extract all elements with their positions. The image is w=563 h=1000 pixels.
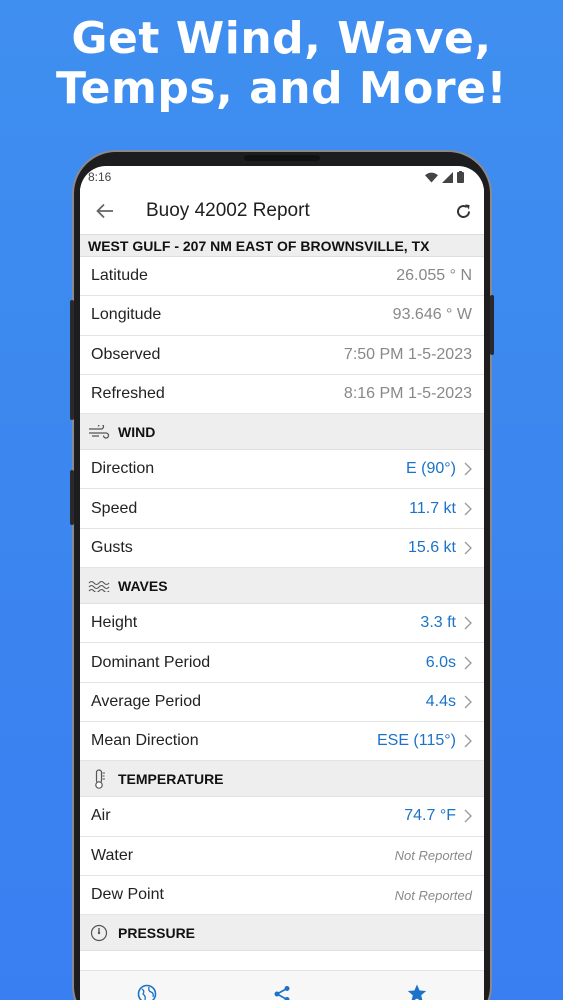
status-time: 8:16 xyxy=(88,170,112,184)
chevron-right-icon xyxy=(464,502,472,516)
info-row-refreshed: Refreshed 8:16 PM 1-5-2023 xyxy=(80,375,484,415)
section-title: TEMPERATURE xyxy=(118,770,224,787)
thermometer-icon xyxy=(88,769,110,789)
row-value: 4.4s xyxy=(425,692,456,710)
star-icon xyxy=(407,984,426,1000)
section-title: WAVES xyxy=(118,577,168,594)
row-label: Gusts xyxy=(91,538,133,556)
wind-row-gusts[interactable]: Gusts 15.6 kt xyxy=(80,529,484,569)
signal-icon xyxy=(442,171,453,183)
tab-favorite[interactable] xyxy=(405,982,429,1000)
arrow-left-icon xyxy=(96,203,113,219)
globe-icon xyxy=(138,984,157,1000)
headline-line-1: Get Wind, Wave, xyxy=(71,13,492,64)
section-title: PRESSURE xyxy=(118,924,196,941)
tab-share[interactable] xyxy=(270,982,294,1000)
row-label: Refreshed xyxy=(91,385,165,403)
section-pressure: PRESSURE xyxy=(80,915,484,952)
row-value: Not Reported xyxy=(394,887,472,903)
phone-screen: 8:16 Buoy 42002 Report WEST GULF - 207 N… xyxy=(80,166,484,1000)
temperature-row-water: Water Not Reported xyxy=(80,837,484,876)
chevron-right-icon xyxy=(464,616,472,630)
row-value: 93.646 ° W xyxy=(392,306,472,324)
temperature-row-dew-point: Dew Point Not Reported xyxy=(80,876,484,916)
row-label: Direction xyxy=(91,460,155,478)
row-value: 74.7 °F xyxy=(404,807,456,825)
row-label: Longitude xyxy=(91,306,162,324)
refresh-icon xyxy=(456,204,470,218)
section-waves: WAVES xyxy=(80,568,484,605)
chevron-right-icon xyxy=(464,734,472,748)
row-value: Not Reported xyxy=(394,848,472,864)
section-temperature: TEMPERATURE xyxy=(80,761,484,798)
section-title: WIND xyxy=(118,423,156,440)
back-button[interactable] xyxy=(94,200,116,222)
row-label: Latitude xyxy=(91,267,148,285)
row-value: 11.7 kt xyxy=(409,499,456,517)
headline: Get Wind, Wave, Temps, and More! xyxy=(0,14,563,114)
row-label: Height xyxy=(91,614,138,632)
waves-icon xyxy=(88,576,110,596)
wind-row-direction[interactable]: Direction E (90°) xyxy=(80,450,484,490)
row-label: Air xyxy=(91,807,111,825)
row-value: 7:50 PM 1-5-2023 xyxy=(343,345,472,363)
wind-icon xyxy=(88,422,110,442)
row-value: E (90°) xyxy=(406,460,456,478)
chevron-right-icon xyxy=(464,656,472,669)
refresh-button[interactable] xyxy=(452,200,474,222)
row-label: Dew Point xyxy=(91,886,164,903)
chevron-right-icon xyxy=(464,541,472,555)
section-wind: WIND xyxy=(80,414,484,451)
row-value: 26.055 ° N xyxy=(396,267,472,285)
phone-power-button xyxy=(490,295,494,355)
chevron-right-icon xyxy=(464,695,472,709)
wind-row-speed[interactable]: Speed 11.7 kt xyxy=(80,489,484,529)
bottom-tab-bar xyxy=(80,970,484,1000)
headline-line-2: Temps, and More! xyxy=(55,63,508,114)
row-value: 3.3 ft xyxy=(420,614,456,632)
chevron-right-icon xyxy=(464,462,472,476)
row-value: 8:16 PM 1-5-2023 xyxy=(343,385,472,403)
phone-side-button-top xyxy=(70,300,74,420)
battery-icon xyxy=(457,171,464,183)
waves-row-height[interactable]: Height 3.3 ft xyxy=(80,604,484,644)
row-value: 6.0s xyxy=(425,653,456,671)
info-row-observed: Observed 7:50 PM 1-5-2023 xyxy=(80,336,484,375)
share-icon xyxy=(274,985,290,1000)
chevron-right-icon xyxy=(464,809,472,823)
tab-map[interactable] xyxy=(135,982,159,1000)
waves-row-mean-direction[interactable]: Mean Direction ESE (115°) xyxy=(80,722,484,762)
wifi-icon xyxy=(425,172,438,182)
row-label: Mean Direction xyxy=(91,732,199,750)
status-icons xyxy=(425,171,464,183)
row-value: 15.6 kt xyxy=(407,538,456,556)
row-label: Water xyxy=(91,846,134,864)
temperature-row-air[interactable]: Air 74.7 °F xyxy=(80,797,484,837)
waves-row-dominant-period[interactable]: Dominant Period 6.0s xyxy=(80,643,484,683)
location-header: WEST GULF - 207 NM EAST OF BROWNSVILLE, … xyxy=(80,234,484,257)
row-label: Speed xyxy=(91,499,138,517)
info-row-latitude: Latitude 26.055 ° N xyxy=(80,257,484,297)
waves-row-average-period[interactable]: Average Period 4.4s xyxy=(80,683,484,722)
info-row-longitude: Longitude 93.646 ° W xyxy=(80,296,484,336)
row-label: Dominant Period xyxy=(91,653,211,671)
row-label: Average Period xyxy=(91,692,201,710)
gauge-icon xyxy=(88,923,110,943)
page-title: Buoy 42002 Report xyxy=(146,200,310,221)
status-bar: 8:16 xyxy=(80,166,484,188)
row-label: Observed xyxy=(91,345,161,363)
phone-speaker xyxy=(244,155,320,161)
app-bar: Buoy 42002 Report xyxy=(80,188,484,234)
row-value: ESE (115°) xyxy=(376,732,456,750)
phone-side-button-bottom xyxy=(70,470,74,525)
